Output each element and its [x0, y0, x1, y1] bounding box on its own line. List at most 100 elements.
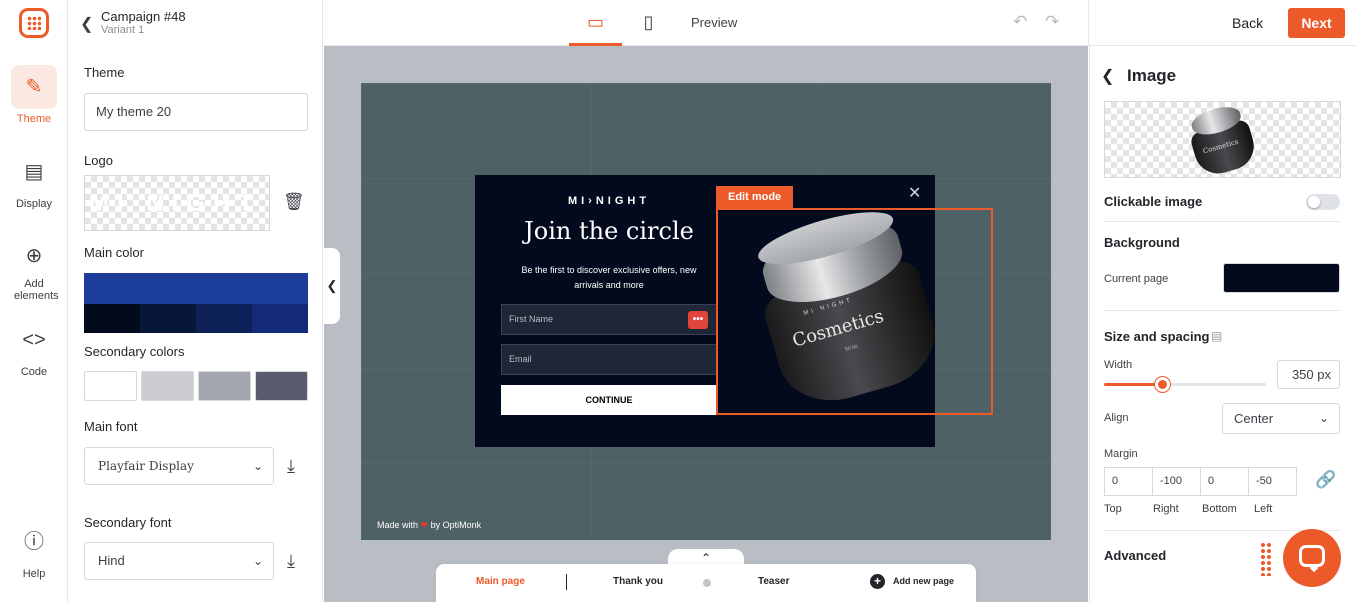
- chat-button[interactable]: [1283, 529, 1341, 587]
- desktop-view-button[interactable]: ▭: [569, 0, 622, 46]
- collapse-panel-button[interactable]: ❮: [324, 248, 340, 324]
- main-color-shades: [84, 304, 308, 333]
- chat-icon: [1299, 545, 1325, 567]
- rail-item-theme[interactable]: ✎ Theme: [0, 65, 68, 125]
- popup-subline[interactable]: Be the first to discover exclusive offer…: [511, 263, 707, 293]
- main-font-value: Playfair Display: [98, 459, 194, 473]
- theme-label: Theme: [84, 65, 125, 80]
- background-color-swatch[interactable]: [1223, 263, 1340, 293]
- main-color-shade[interactable]: [140, 304, 196, 333]
- main-color-swatch[interactable]: [84, 273, 308, 304]
- theme-input[interactable]: My theme 20: [84, 93, 308, 131]
- page-tab-thank-you[interactable]: Thank you: [613, 576, 663, 587]
- app-logo-icon[interactable]: [19, 8, 49, 38]
- selected-image-frame[interactable]: [716, 208, 993, 415]
- page-tab-divider: [566, 574, 567, 590]
- upload-icon[interactable]: ⤓: [287, 551, 295, 572]
- page-dot-icon: [703, 579, 711, 587]
- back-chevron-icon[interactable]: ❮: [80, 14, 93, 34]
- page-tab-teaser[interactable]: Teaser: [758, 576, 790, 587]
- rail-item-label: Code: [20, 366, 48, 378]
- margin-bottom-caption: Bottom: [1202, 503, 1237, 515]
- align-select[interactable]: Center ⌄: [1222, 403, 1340, 434]
- rail-item-code[interactable]: <> Code: [0, 318, 68, 378]
- add-new-page-button[interactable]: Add new page: [893, 576, 954, 586]
- theme-panel: ❮ Campaign #48 Variant 1 Theme My theme …: [69, 0, 323, 602]
- more-options-icon[interactable]: •••: [688, 311, 708, 329]
- rail-item-add-elements[interactable]: ⊕ Add elements: [0, 234, 68, 302]
- page-bar: Main page Thank you Teaser + Add new pag…: [436, 564, 976, 602]
- first-name-field[interactable]: First Name •••: [501, 304, 717, 335]
- secondary-font-label: Secondary font: [84, 515, 172, 530]
- made-with-credit: Made with ❤ by OptiMonk: [377, 520, 481, 531]
- back-button[interactable]: Back: [1232, 15, 1263, 31]
- width-slider[interactable]: [1104, 377, 1266, 392]
- plus-icon[interactable]: +: [870, 574, 885, 589]
- popup: MI›NIGHT Join the circle Be the first to…: [475, 175, 993, 447]
- link-icon[interactable]: 🔗: [1315, 470, 1336, 490]
- code-icon: <>: [22, 329, 46, 351]
- paint-brush-icon: ✎: [11, 65, 57, 109]
- main-color-label: Main color: [84, 245, 144, 260]
- main-color-shade[interactable]: [84, 304, 140, 333]
- next-button[interactable]: Next: [1288, 8, 1345, 38]
- secondary-font-value: Hind: [98, 553, 125, 568]
- desktop-icon: ▭: [586, 12, 604, 32]
- heart-icon: ❤: [420, 520, 429, 530]
- margin-bottom-input[interactable]: 0: [1200, 467, 1249, 496]
- undo-icon[interactable]: ↶: [1013, 12, 1027, 32]
- rail-item-label: Add elements: [14, 278, 59, 302]
- rail-item-display[interactable]: ▤ Display: [0, 150, 68, 210]
- top-bar: ▭ ▯ Preview ↶ ↷ Back Next: [324, 0, 1356, 46]
- image-preview[interactable]: Cosmetics: [1104, 101, 1341, 178]
- editor-canvas: ❮ MI›NIGHT Join the circle Be the first …: [324, 46, 1088, 602]
- image-thumbnail: Cosmetics: [1179, 102, 1266, 177]
- mobile-view-button[interactable]: ▯: [622, 0, 675, 46]
- monitor-icon: ▤: [24, 161, 44, 183]
- secondary-color-swatch[interactable]: [141, 371, 194, 401]
- left-rail: ✎ Theme ▤ Display ⊕ Add elements <> Code…: [0, 0, 68, 602]
- panel-title: Image: [1127, 66, 1177, 85]
- margin-top-input[interactable]: 0: [1104, 467, 1153, 496]
- chevron-down-icon: ⌄: [252, 554, 263, 568]
- first-name-placeholder: First Name: [509, 314, 554, 324]
- main-font-select[interactable]: Playfair Display ⌄: [84, 447, 274, 485]
- preview-link[interactable]: Preview: [691, 15, 737, 30]
- rail-item-label: Help: [22, 568, 46, 580]
- chevron-up-icon: ⌃: [700, 551, 712, 565]
- upload-icon[interactable]: ⤓: [287, 456, 295, 477]
- email-field[interactable]: Email: [501, 344, 717, 375]
- main-color-shade[interactable]: [252, 304, 308, 333]
- margin-right-input[interactable]: -100: [1152, 467, 1201, 496]
- advanced-label[interactable]: Advanced: [1104, 548, 1166, 563]
- secondary-colors-label: Secondary colors: [84, 344, 185, 359]
- continue-button[interactable]: CONTINUE: [501, 385, 717, 415]
- divider: [1104, 221, 1340, 222]
- trash-icon[interactable]: 🗑: [283, 192, 305, 212]
- margin-left-caption: Left: [1254, 503, 1273, 515]
- popup-headline[interactable]: Join the circle: [475, 217, 743, 245]
- drag-handle-icon[interactable]: [1260, 542, 1272, 576]
- secondary-color-swatch[interactable]: [255, 371, 308, 401]
- popup-brand[interactable]: MI›NIGHT: [475, 195, 743, 207]
- campaign-variant: Variant 1: [101, 24, 145, 36]
- secondary-color-swatch[interactable]: [198, 371, 251, 401]
- align-label: Align: [1104, 412, 1129, 424]
- main-color-shade[interactable]: [196, 304, 252, 333]
- logo-upload-box[interactable]: MI NIGHT: [84, 175, 270, 231]
- made-with-suffix: by OptiMonk: [430, 520, 482, 530]
- logo-label: Logo: [84, 153, 113, 168]
- width-input[interactable]: 350 px: [1277, 360, 1340, 389]
- back-chevron-icon[interactable]: ❮: [1101, 66, 1114, 86]
- secondary-color-swatch[interactable]: [84, 371, 137, 401]
- redo-icon[interactable]: ↷: [1045, 12, 1059, 32]
- secondary-font-select[interactable]: Hind ⌄: [84, 542, 274, 580]
- clickable-image-toggle[interactable]: [1306, 194, 1340, 210]
- page-tab-main[interactable]: Main page: [476, 576, 525, 587]
- mobile-icon: ▯: [643, 12, 654, 32]
- main-color-picker[interactable]: [84, 273, 308, 333]
- rail-item-help[interactable]: ⓘ Help: [0, 520, 68, 580]
- margin-left-input[interactable]: -50: [1248, 467, 1297, 496]
- edit-mode-badge: Edit mode: [716, 186, 793, 208]
- width-slider-handle[interactable]: [1155, 377, 1171, 392]
